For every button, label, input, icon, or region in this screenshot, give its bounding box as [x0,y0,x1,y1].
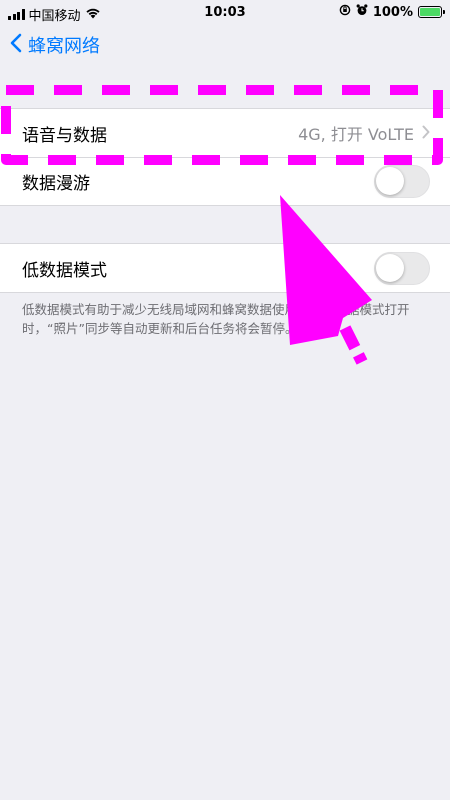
row-voice-data[interactable]: 语音与数据 4G, 打开 VoLTE [0,109,450,157]
battery-percent: 100% [372,4,413,20]
settings-group-low-data: 低数据模式 [0,243,450,293]
chevron-left-icon [10,33,22,58]
battery-icon [418,6,445,18]
low-data-mode-description: 低数据模式有助于减少无线局域网和蜂窝数据使用量。低数据模式打开时，“照片”同步等… [22,302,410,336]
chevron-right-icon [422,124,430,143]
row-data-roaming: 数据漫游 [0,157,450,205]
back-label: 蜂窝网络 [28,36,100,57]
row-label: 语音与数据 [22,125,107,146]
settings-group-voice-roaming: 语音与数据 4G, 打开 VoLTE 数据漫游 [0,108,450,206]
row-label: 低数据模式 [22,260,107,281]
row-label: 数据漫游 [22,173,90,194]
nav-bar: 蜂窝网络 [0,26,450,70]
rotation-lock-icon [339,4,351,20]
back-button[interactable]: 蜂窝网络 [10,32,100,58]
low-data-mode-toggle[interactable] [374,251,430,285]
row-low-data-mode: 低数据模式 [0,244,450,292]
data-roaming-toggle[interactable] [374,164,430,198]
toggle-knob [376,166,404,195]
voice-data-value: 4G, 打开 VoLTE [298,125,414,144]
toggle-knob [376,253,404,282]
row-value: 4G, 打开 VoLTE [298,121,430,145]
status-bar: 中国移动 10:03 100% [0,0,450,26]
alarm-icon [356,4,368,20]
status-right: 100% [339,4,445,20]
